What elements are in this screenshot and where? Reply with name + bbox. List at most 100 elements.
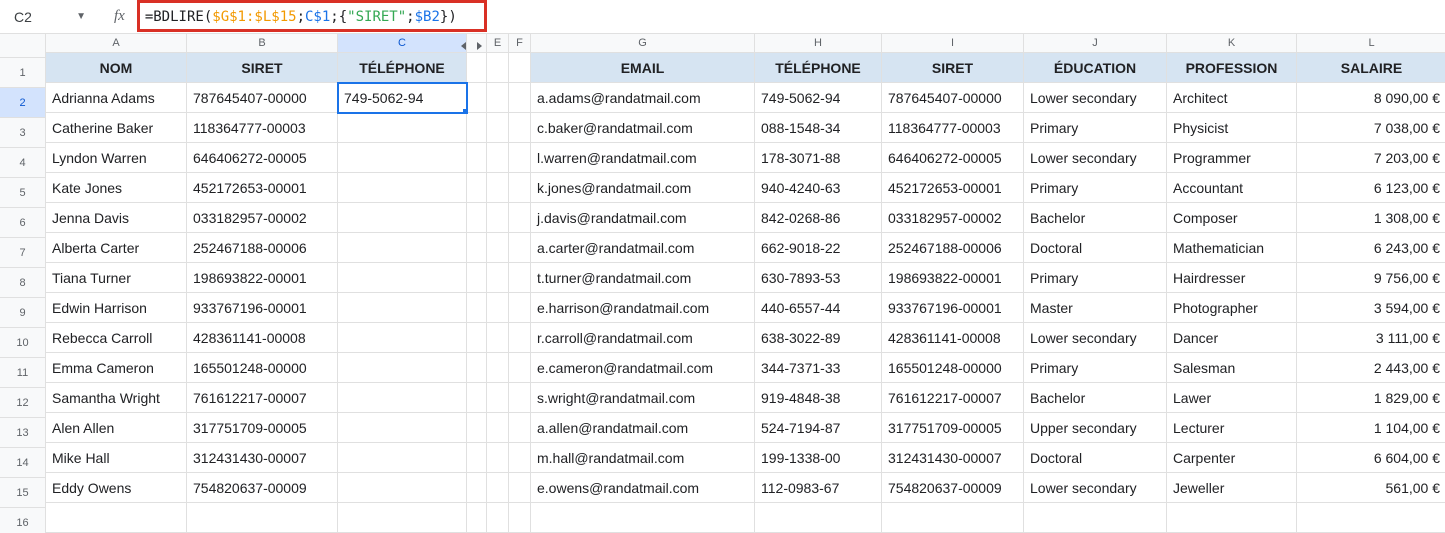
cell-education[interactable]: Doctoral (1024, 233, 1167, 263)
cell-salaire[interactable]: 6 243,00 € (1297, 233, 1445, 263)
cell-siret-right[interactable]: 118364777-00003 (882, 113, 1024, 143)
cell-E[interactable] (487, 203, 509, 233)
cell-telephone-right[interactable]: 088-1548-34 (755, 113, 882, 143)
cell-profession[interactable]: Salesman (1167, 353, 1297, 383)
cell-salaire[interactable]: 9 756,00 € (1297, 263, 1445, 293)
cell-profession[interactable]: Accountant (1167, 173, 1297, 203)
cell-E[interactable] (487, 323, 509, 353)
cell-D[interactable] (467, 323, 487, 353)
cell-E[interactable] (487, 353, 509, 383)
cell-siret-left[interactable]: 198693822-00001 (187, 263, 338, 293)
cell-email[interactable]: k.jones@randatmail.com (531, 173, 755, 203)
row-header-14[interactable]: 14 (0, 448, 46, 478)
cell-C16[interactable] (338, 503, 467, 533)
cell-salaire[interactable]: 1 829,00 € (1297, 383, 1445, 413)
cell-F[interactable] (509, 353, 531, 383)
cell-E[interactable] (487, 263, 509, 293)
cell-nom[interactable]: Samantha Wright (46, 383, 187, 413)
cell-siret-right[interactable]: 312431430-00007 (882, 443, 1024, 473)
cell-salaire[interactable]: 561,00 € (1297, 473, 1445, 503)
cell-F[interactable] (509, 473, 531, 503)
cell-D[interactable] (467, 83, 487, 113)
row-header-15[interactable]: 15 (0, 478, 46, 508)
select-all-corner[interactable] (0, 34, 46, 58)
cell-education[interactable]: Primary (1024, 113, 1167, 143)
cell-telephone-left[interactable] (338, 113, 467, 143)
cell-nom[interactable]: Catherine Baker (46, 113, 187, 143)
cell-nom[interactable]: Jenna Davis (46, 203, 187, 233)
cell-E[interactable] (487, 83, 509, 113)
cell-siret-right[interactable]: 428361141-00008 (882, 323, 1024, 353)
cell-D[interactable] (467, 263, 487, 293)
cell-D[interactable] (467, 293, 487, 323)
cell-siret-right[interactable]: 033182957-00002 (882, 203, 1024, 233)
row-header-11[interactable]: 11 (0, 358, 46, 388)
cell-salaire[interactable]: 1 104,00 € (1297, 413, 1445, 443)
cell-siret-left[interactable]: 317751709-00005 (187, 413, 338, 443)
cell-siret-right[interactable]: 452172653-00001 (882, 173, 1024, 203)
cell-email[interactable]: j.davis@randatmail.com (531, 203, 755, 233)
cell-F1[interactable] (509, 53, 531, 83)
cell-F[interactable] (509, 83, 531, 113)
row-header-10[interactable]: 10 (0, 328, 46, 358)
col-header-C[interactable]: C (338, 34, 467, 53)
cell-siret-right[interactable]: 198693822-00001 (882, 263, 1024, 293)
cell-telephone-left[interactable] (338, 323, 467, 353)
col-header-G[interactable]: G (531, 34, 755, 53)
cell-siret-left[interactable]: 165501248-00000 (187, 353, 338, 383)
cell-F[interactable] (509, 143, 531, 173)
cell-telephone-right[interactable]: 842-0268-86 (755, 203, 882, 233)
cell-education[interactable]: Primary (1024, 173, 1167, 203)
cell-siret-right[interactable]: 165501248-00000 (882, 353, 1024, 383)
cell-F[interactable] (509, 173, 531, 203)
cell-J16[interactable] (1024, 503, 1167, 533)
header-siret-right[interactable]: SIRET (882, 53, 1024, 83)
cell-siret-left[interactable]: 252467188-00006 (187, 233, 338, 263)
cell-telephone-right[interactable]: 344-7371-33 (755, 353, 882, 383)
row-header-9[interactable]: 9 (0, 298, 46, 328)
cell-siret-left[interactable]: 118364777-00003 (187, 113, 338, 143)
cell-nom[interactable]: Mike Hall (46, 443, 187, 473)
row-header-6[interactable]: 6 (0, 208, 46, 238)
cell-salaire[interactable]: 3 111,00 € (1297, 323, 1445, 353)
cell-E1[interactable] (487, 53, 509, 83)
cell-siret-right[interactable]: 787645407-00000 (882, 83, 1024, 113)
col-header-I[interactable]: I (882, 34, 1024, 53)
cell-E16[interactable] (487, 503, 509, 533)
row-header-1[interactable]: 1 (0, 58, 46, 88)
cell-D[interactable] (467, 443, 487, 473)
cell-E[interactable] (487, 143, 509, 173)
cell-siret-left[interactable]: 787645407-00000 (187, 83, 338, 113)
cell-nom[interactable]: Alen Allen (46, 413, 187, 443)
cell-email[interactable]: c.baker@randatmail.com (531, 113, 755, 143)
cells-area[interactable]: NOMSIRETTÉLÉPHONEEMAILTÉLÉPHONESIRETÉDUC… (46, 53, 1445, 533)
cell-F[interactable] (509, 383, 531, 413)
cell-salaire[interactable]: 6 604,00 € (1297, 443, 1445, 473)
cell-D[interactable] (467, 143, 487, 173)
cell-F[interactable] (509, 113, 531, 143)
cell-telephone-right[interactable]: 662-9018-22 (755, 233, 882, 263)
cell-email[interactable]: e.harrison@randatmail.com (531, 293, 755, 323)
header-salaire[interactable]: SALAIRE (1297, 53, 1445, 83)
cell-education[interactable]: Lower secondary (1024, 473, 1167, 503)
cell-telephone-right[interactable]: 199-1338-00 (755, 443, 882, 473)
row-header-13[interactable]: 13 (0, 418, 46, 448)
col-header-L[interactable]: L (1297, 34, 1445, 53)
cell-D[interactable] (467, 383, 487, 413)
cell-email[interactable]: a.carter@randatmail.com (531, 233, 755, 263)
cell-B16[interactable] (187, 503, 338, 533)
cell-profession[interactable]: Dancer (1167, 323, 1297, 353)
col-header-K[interactable]: K (1167, 34, 1297, 53)
col-header-A[interactable]: A (46, 34, 187, 53)
cell-siret-left[interactable]: 754820637-00009 (187, 473, 338, 503)
cell-education[interactable]: Master (1024, 293, 1167, 323)
header-email[interactable]: EMAIL (531, 53, 755, 83)
cell-E[interactable] (487, 293, 509, 323)
cell-education[interactable]: Bachelor (1024, 203, 1167, 233)
col-header-J[interactable]: J (1024, 34, 1167, 53)
cell-D1[interactable] (467, 53, 487, 83)
cell-nom[interactable]: Lyndon Warren (46, 143, 187, 173)
cell-profession[interactable]: Carpenter (1167, 443, 1297, 473)
cell-E[interactable] (487, 413, 509, 443)
row-header-16[interactable]: 16 (0, 508, 46, 533)
